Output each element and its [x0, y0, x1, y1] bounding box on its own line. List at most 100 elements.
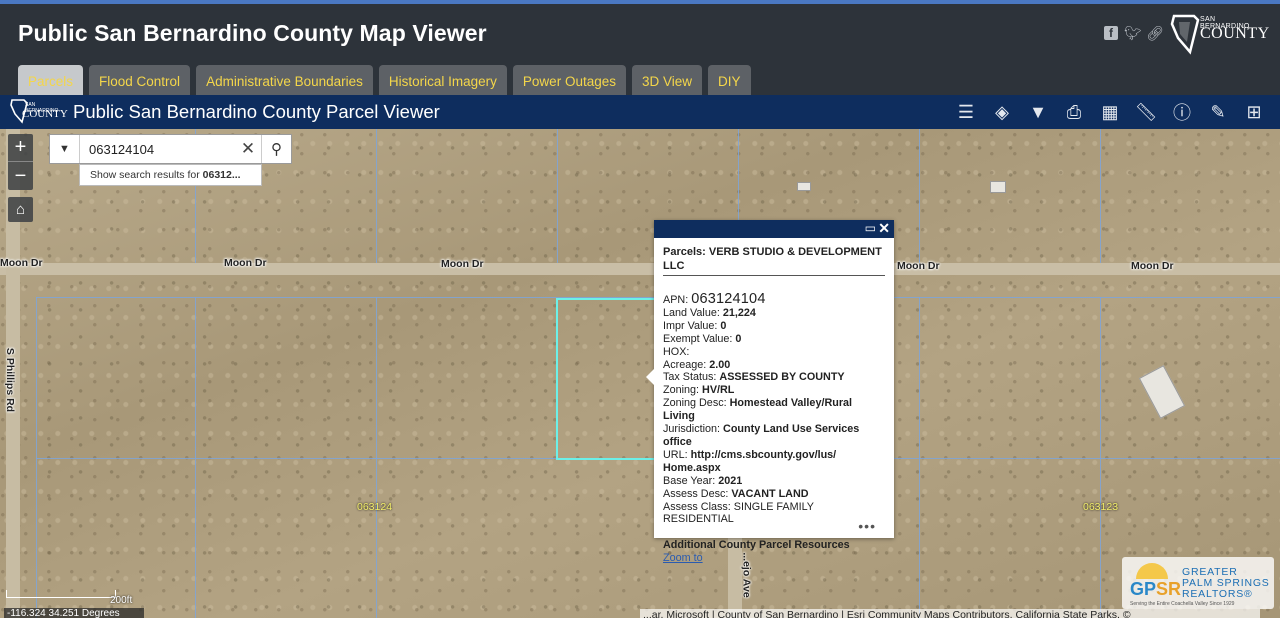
- field-value: 0: [735, 332, 742, 345]
- link-icon[interactable]: 🔗︎: [1146, 25, 1164, 41]
- app-title: Public San Bernardino County Map Viewer: [18, 20, 487, 46]
- field-label: Tax Status:: [663, 371, 720, 384]
- road-label-moon-dr: Moon Dr: [441, 258, 484, 270]
- apn-row: APN: 063124104: [663, 291, 885, 307]
- search-source-dropdown[interactable]: ▼: [50, 135, 80, 163]
- social-links: f 🐦︎ 🔗︎: [1104, 25, 1164, 41]
- parcel-boundary: [557, 129, 558, 263]
- tab-flood-control[interactable]: Flood Control: [89, 65, 191, 98]
- tab-power-outages[interactable]: Power Outages: [512, 65, 626, 98]
- gpsr-tagline: Serving the Entire Coachella Valley Sinc…: [1130, 601, 1235, 607]
- measure-icon[interactable]: 📏︎: [1134, 100, 1158, 124]
- suggestion-prefix: Show search results for: [90, 169, 203, 181]
- close-icon[interactable]: ✕: [878, 220, 890, 237]
- parcel-boundary: [919, 129, 920, 263]
- field-row: Assess Class: SINGLE FAMILY RESIDENTIAL: [663, 501, 885, 527]
- twitter-icon[interactable]: 🐦︎: [1124, 25, 1142, 41]
- field-row: HOX:: [663, 346, 885, 359]
- search-icon: ⚲: [271, 141, 282, 158]
- sun-icon: [1136, 563, 1168, 579]
- bookmark-icon[interactable]: ▼: [1026, 100, 1050, 124]
- field-label: Assess Desc:: [663, 487, 732, 500]
- home-button[interactable]: ⌂: [8, 197, 33, 222]
- facebook-icon[interactable]: f: [1104, 26, 1118, 40]
- field-label: Exempt Value:: [663, 332, 736, 345]
- toolbar-logo-big-text: COUNTY: [22, 108, 68, 120]
- toolbar-tools: ☰ ◈ ▼ ⎙ ▦ 📏︎ ⓘ ✎ ⊞: [954, 100, 1266, 124]
- field-value: ASSESSED BY COUNTY: [719, 371, 845, 384]
- zoom-control: + −: [8, 134, 33, 190]
- toolbar-county-logo: SAN BERNARDINO COUNTY: [10, 98, 68, 126]
- field-label: Land Value:: [663, 306, 723, 319]
- county-logo[interactable]: SAN BERNARDINO COUNTY: [1170, 12, 1269, 58]
- add-data-icon[interactable]: ⊞: [1242, 100, 1266, 124]
- field-row: Assess Desc: VACANT LAND: [663, 488, 885, 501]
- tab-diy[interactable]: DIY: [708, 65, 751, 98]
- gpsr-letters: GPSR: [1130, 579, 1181, 600]
- zoom-to-link[interactable]: Zoom to: [663, 552, 885, 565]
- gpsr-name: GREATER PALM SPRINGS REALTORS®: [1182, 567, 1270, 600]
- parcel-book-label: 063124: [357, 501, 393, 513]
- additional-resources-heading: Additional County Parcel Resources: [663, 539, 850, 552]
- building: [797, 182, 811, 191]
- field-row: Exempt Value: 0: [663, 333, 885, 346]
- parcel-book-label: 063123: [1083, 501, 1119, 513]
- app-header: Public San Bernardino County Map Viewer …: [0, 4, 1280, 98]
- apn-label: APN:: [663, 294, 692, 306]
- road-label-moon-dr: Moon Dr: [0, 257, 43, 269]
- field-row: URL: http://cms.sbcounty.gov/lus/ Home.a…: [663, 449, 885, 475]
- field-row: Impr Value: 0: [663, 320, 885, 333]
- road-label-moon-dr: Moon Dr: [897, 260, 940, 272]
- tab-historical-imagery[interactable]: Historical Imagery: [378, 65, 507, 98]
- tab-administrative-boundaries[interactable]: Administrative Boundaries: [196, 65, 373, 98]
- suggestion-term: 06312...: [202, 169, 241, 181]
- selected-parcel-outline[interactable]: [556, 298, 656, 460]
- legend-icon[interactable]: ☰: [954, 100, 978, 124]
- field-label: Acreage:: [663, 358, 710, 371]
- field-value: 0: [720, 319, 727, 332]
- road-moon-dr: [0, 263, 1280, 275]
- more-actions-icon[interactable]: •••: [858, 518, 876, 534]
- field-row: Jurisdiction: County Land Use Services o…: [663, 423, 885, 449]
- search-input[interactable]: [80, 135, 235, 163]
- print-icon[interactable]: ⎙: [1062, 100, 1086, 124]
- popup-body: Parcels: VERB STUDIO & DEVELOPMENT LLC A…: [654, 238, 894, 565]
- field-label: Zoning Desc:: [663, 397, 730, 410]
- tab-3d-view[interactable]: 3D View: [631, 65, 703, 98]
- field-value: 2.00: [709, 358, 731, 371]
- field-value: VACANT LAND: [731, 487, 809, 500]
- field-row: Zoning: HV/RL: [663, 384, 885, 397]
- field-row: Land Value: 21,224: [663, 307, 885, 320]
- field-value: 2021: [718, 474, 743, 487]
- field-row: Zoning Desc: Homestead Valley/Rural Livi…: [663, 397, 885, 423]
- field-label: Jurisdiction:: [663, 423, 724, 436]
- draw-icon[interactable]: ✎: [1206, 100, 1230, 124]
- gpsr-logo: GPSR GREATER PALM SPRINGS REALTORS® Serv…: [1122, 557, 1274, 609]
- clear-search-button[interactable]: ✕: [235, 135, 261, 163]
- gpsr-letters-b: SR: [1156, 579, 1182, 599]
- field-value: HV/RL: [702, 384, 735, 397]
- apn-value: 063124104: [691, 291, 766, 307]
- search-widget: ▼ ✕ ⚲: [49, 134, 292, 164]
- popup-title: Parcels: VERB STUDIO & DEVELOPMENT LLC: [663, 246, 885, 276]
- layers-icon[interactable]: ◈: [990, 100, 1014, 124]
- building: [990, 181, 1006, 193]
- info-icon[interactable]: ⓘ: [1170, 100, 1194, 124]
- tab-parcels[interactable]: Parcels: [18, 65, 84, 98]
- building: [1138, 365, 1186, 419]
- search-suggestion[interactable]: Show search results for 06312...: [79, 164, 262, 186]
- scale-bar: [6, 590, 116, 598]
- field-row: Base Year: 2021: [663, 475, 885, 488]
- parcel-popup: ▭ ✕ Parcels: VERB STUDIO & DEVELOPMENT L…: [646, 220, 894, 564]
- zoom-out-button[interactable]: −: [8, 162, 33, 190]
- basemap-gallery-icon[interactable]: ▦: [1098, 100, 1122, 124]
- gpsr-letters-a: GP: [1130, 579, 1157, 599]
- field-label: Assess Class:: [663, 500, 734, 513]
- popup-header-bar: ▭ ✕: [654, 220, 894, 238]
- scale-bar-label: 200ft: [110, 595, 133, 606]
- map-attribution: ...ar, Microsoft | County of San Bernard…: [640, 609, 1260, 618]
- maximize-icon[interactable]: ▭: [865, 221, 876, 235]
- search-button[interactable]: ⚲: [261, 135, 291, 163]
- zoom-in-button[interactable]: +: [8, 134, 33, 162]
- map-view[interactable]: Moon Dr Moon Dr Moon Dr Moon Dr Moon Dr …: [0, 129, 1280, 618]
